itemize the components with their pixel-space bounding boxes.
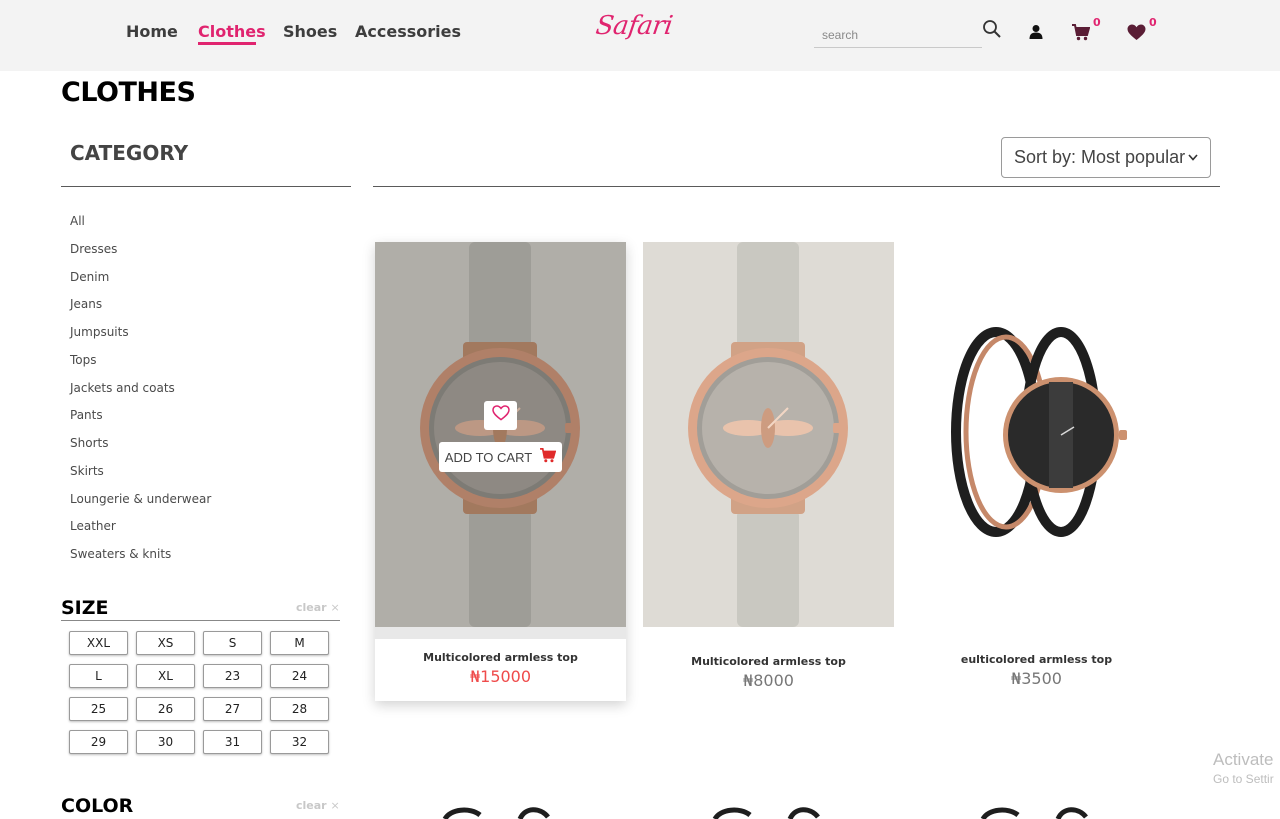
size-option[interactable]: XS [136, 631, 195, 655]
product-price: ₦15000 [469, 667, 532, 686]
size-option[interactable]: XL [136, 664, 195, 688]
product-image-partial [980, 807, 1088, 819]
size-option[interactable]: 30 [136, 730, 195, 754]
product-image-partial [442, 807, 550, 819]
category-item-all[interactable]: All [70, 212, 211, 240]
sort-dropdown[interactable]: Sort by: Most popular [1001, 137, 1211, 178]
size-divider [61, 620, 340, 621]
brand-logo[interactable]: Safari [594, 11, 674, 41]
category-item-sweaters[interactable]: Sweaters & knits [70, 545, 211, 573]
watermark-line-1: Activate [1213, 750, 1274, 769]
category-item-jeans[interactable]: Jeans [70, 295, 211, 323]
size-options: XXL XS S M L XL 23 24 25 26 27 28 29 30 … [69, 631, 329, 754]
cart-count-badge: 0 [1093, 16, 1101, 29]
product-image[interactable] [643, 242, 894, 627]
heart-icon[interactable] [1127, 24, 1146, 46]
product-name[interactable]: Multicolored armless top [643, 655, 894, 668]
size-option[interactable]: 28 [270, 697, 329, 721]
page-title: CLOTHES [61, 77, 196, 108]
product-name[interactable]: eulticolored armless top [911, 653, 1162, 666]
add-to-wishlist-button[interactable] [484, 401, 517, 430]
add-to-cart-button[interactable]: ADD TO CART [439, 442, 562, 472]
category-item-skirts[interactable]: Skirts [70, 462, 211, 490]
color-heading: COLOR [61, 795, 134, 817]
size-option[interactable]: M [270, 631, 329, 655]
size-option[interactable]: L [69, 664, 128, 688]
nav-accessories[interactable]: Accessories [355, 22, 461, 41]
size-option[interactable]: 25 [69, 697, 128, 721]
add-to-cart-label: ADD TO CART [444, 449, 533, 465]
product-price: ₦8000 [743, 671, 794, 690]
category-item-jackets[interactable]: Jackets and coats [70, 379, 211, 407]
nav-clothes[interactable]: Clothes [198, 22, 266, 41]
size-option[interactable]: 29 [69, 730, 128, 754]
active-nav-underline [198, 42, 256, 45]
category-item-jumpsuits[interactable]: Jumpsuits [70, 323, 211, 351]
products-divider [373, 186, 1220, 187]
color-clear-link[interactable]: clear × [296, 799, 340, 812]
chevron-down-icon [1188, 152, 1198, 164]
product-price: ₦3500 [1011, 669, 1062, 688]
category-item-pants[interactable]: Pants [70, 406, 211, 434]
activation-watermark: Activate Go to Settir [1213, 750, 1274, 786]
size-option[interactable]: XXL [69, 631, 128, 655]
top-navbar: Home Clothes Shoes Accessories Safari 0 … [0, 0, 1280, 71]
product-card[interactable]: eulticolored armless top ₦3500 [911, 242, 1162, 688]
size-heading: SIZE [61, 597, 109, 619]
size-clear-link[interactable]: clear × [296, 601, 340, 614]
nav-home[interactable]: Home [126, 22, 178, 41]
size-option[interactable]: 31 [203, 730, 262, 754]
product-image[interactable]: ADD TO CART [375, 242, 626, 627]
close-icon: × [330, 601, 340, 614]
cart-icon[interactable] [1072, 24, 1091, 46]
category-item-loungerie[interactable]: Loungerie & underwear [70, 490, 211, 518]
wishlist-count-badge: 0 [1149, 16, 1157, 29]
category-item-denim[interactable]: Denim [70, 268, 211, 296]
product-image-partial [712, 807, 820, 819]
size-option[interactable]: 26 [136, 697, 195, 721]
category-item-tops[interactable]: Tops [70, 351, 211, 379]
size-option[interactable]: 23 [203, 664, 262, 688]
category-item-leather[interactable]: Leather [70, 517, 211, 545]
nav-shoes[interactable]: Shoes [283, 22, 337, 41]
watermark-line-2: Go to Settir [1213, 772, 1274, 786]
category-heading: CATEGORY [70, 141, 189, 165]
product-image[interactable] [911, 242, 1162, 627]
cart-icon [540, 448, 557, 466]
size-option[interactable]: 27 [203, 697, 262, 721]
size-option[interactable]: 24 [270, 664, 329, 688]
sort-label: Sort by: Most popular [1014, 147, 1186, 167]
category-item-dresses[interactable]: Dresses [70, 240, 211, 268]
size-clear-label: clear [296, 601, 327, 614]
size-option[interactable]: S [203, 631, 262, 655]
color-clear-label: clear [296, 799, 327, 812]
heart-outline-icon [491, 405, 510, 426]
product-card[interactable]: Multicolored armless top ₦8000 [643, 242, 894, 690]
category-item-shorts[interactable]: Shorts [70, 434, 211, 462]
product-name[interactable]: Multicolored armless top [375, 651, 626, 664]
category-divider [61, 186, 351, 187]
category-list: All Dresses Denim Jeans Jumpsuits Tops J… [70, 212, 211, 573]
search-icon[interactable] [982, 19, 1002, 44]
user-icon[interactable] [1029, 24, 1043, 44]
size-option[interactable]: 32 [270, 730, 329, 754]
close-icon: × [330, 799, 340, 812]
search-input[interactable] [814, 22, 982, 48]
product-card[interactable]: ADD TO CART Multicolored armless top ₦15… [375, 242, 626, 701]
